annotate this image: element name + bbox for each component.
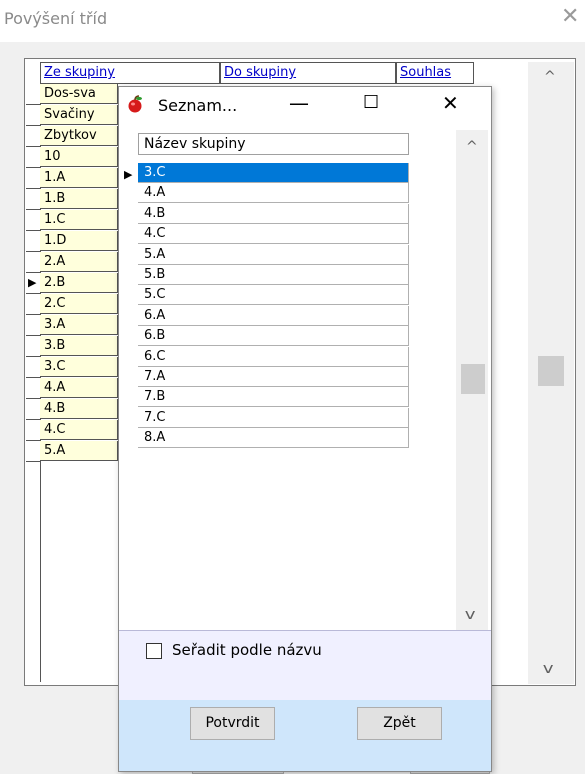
grid-scroll-thumb[interactable] [538, 356, 564, 386]
list-item[interactable]: 7.B [138, 387, 409, 408]
grid-row[interactable]: 3.A [40, 315, 118, 335]
window-close-icon[interactable]: ✕ [561, 6, 579, 28]
grid-row-indicator[interactable] [26, 336, 40, 357]
list-item[interactable]: 6.B [138, 326, 409, 347]
grid-row[interactable]: Zbytkov [40, 126, 118, 146]
list-item[interactable]: 6.C [138, 346, 409, 367]
sort-by-name-label[interactable]: Seřadit podle názvu [172, 640, 322, 660]
back-button[interactable]: Zpět [357, 707, 442, 740]
grid-row-indicator[interactable] [26, 168, 40, 189]
list-scroll-down-icon[interactable]: v [465, 608, 476, 622]
grid-row-indicator[interactable] [26, 231, 40, 252]
grid-scroll-down-icon[interactable]: v [543, 662, 554, 676]
sort-by-name-checkbox[interactable] [146, 643, 162, 659]
grid-row[interactable]: 1.D [40, 231, 118, 251]
grid-row-indicator[interactable] [26, 126, 40, 147]
list-item[interactable]: 5.A [138, 244, 409, 265]
list-item[interactable]: 4.A [138, 183, 409, 204]
grid-header-to[interactable]: Do skupiny [220, 62, 396, 84]
grid-row-indicator[interactable] [26, 189, 40, 210]
grid-row[interactable]: 1.B [40, 189, 118, 209]
confirm-button[interactable]: Potvrdit [190, 707, 275, 740]
list-header-group-name[interactable]: Název skupiny [138, 133, 409, 155]
grid-row-indicator[interactable] [26, 441, 40, 462]
list-item[interactable]: 7.C [138, 407, 409, 428]
grid-row-indicator[interactable] [26, 420, 40, 441]
grid-row-indicator[interactable] [26, 378, 40, 399]
list-item[interactable]: 7.A [138, 367, 409, 387]
grid-row-indicator[interactable]: ▶ [26, 273, 40, 294]
list-scroll-thumb[interactable] [461, 364, 485, 394]
grid-row-indicator[interactable] [26, 357, 40, 378]
grid-row-indicator[interactable] [26, 252, 40, 273]
grid-row[interactable]: Dos-sva [40, 84, 118, 104]
grid-row[interactable]: 3.C [40, 357, 118, 377]
grid-row-indicator[interactable] [26, 105, 40, 126]
list-item[interactable]: 5.B [138, 265, 409, 285]
list-item[interactable]: 5.C [138, 285, 409, 306]
list-item[interactable]: 3.C [138, 163, 409, 183]
grid-row[interactable]: 3.B [40, 336, 118, 356]
grid-row-indicator[interactable] [26, 315, 40, 336]
list-scroll-up-icon[interactable]: ^ [466, 140, 478, 154]
grid-row-indicator[interactable] [26, 147, 40, 168]
grid-row[interactable]: 4.C [40, 420, 118, 440]
grid-row[interactable]: 5.A [40, 441, 118, 461]
grid-row[interactable]: 10 [40, 147, 118, 167]
dialog-close-icon[interactable]: ✕ [442, 90, 459, 116]
grid-row[interactable]: Svačiny [40, 105, 118, 125]
grid-row[interactable]: 2.C [40, 294, 118, 314]
dialog-title: Seznam... [158, 96, 238, 115]
grid-row[interactable]: 1.A [40, 168, 118, 188]
grid-row[interactable]: 2.B [40, 273, 118, 293]
grid-row[interactable]: 2.A [40, 252, 118, 272]
list-item[interactable]: 4.B [138, 203, 409, 224]
grid-scroll-up-icon[interactable]: ^ [544, 70, 556, 84]
grid-header-from[interactable]: Ze skupiny [40, 62, 220, 84]
grid-row[interactable]: 4.B [40, 399, 118, 419]
grid-row-indicator[interactable] [26, 399, 40, 420]
list-item[interactable]: 4.C [138, 224, 409, 245]
maximize-icon[interactable]: ☐ [363, 90, 379, 116]
grid-row[interactable]: 4.A [40, 378, 118, 398]
grid-row[interactable]: 1.C [40, 210, 118, 230]
current-row-pointer-icon: ▶ [124, 168, 133, 181]
list-item[interactable]: 6.A [138, 305, 409, 326]
minimize-icon[interactable]: — [289, 90, 309, 116]
window-title: Povýšení tříd [4, 9, 108, 28]
list-item[interactable]: 8.A [138, 428, 409, 449]
grid-header-approval[interactable]: Souhlas [396, 62, 474, 84]
grid-row-indicator[interactable] [26, 210, 40, 231]
apple-icon [128, 95, 142, 113]
grid-row-indicator[interactable] [26, 294, 40, 315]
grid-row-indicator[interactable] [26, 84, 40, 105]
